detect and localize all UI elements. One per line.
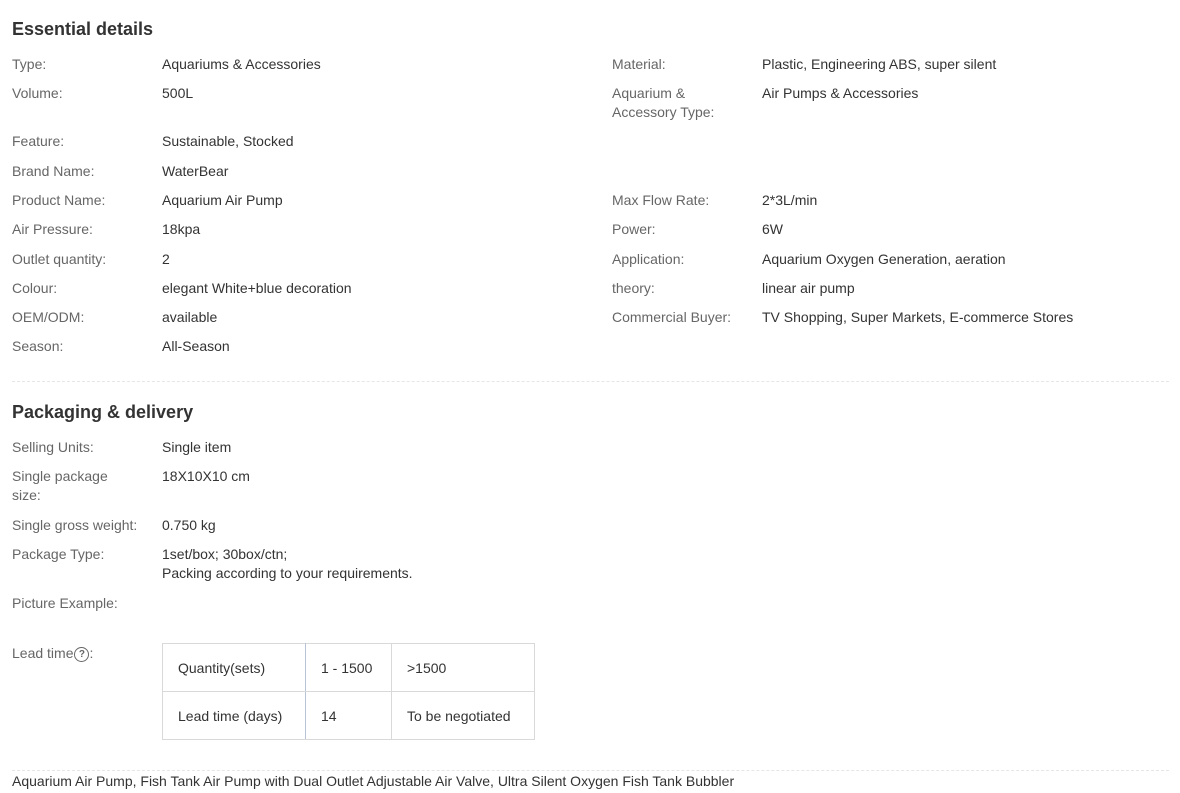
gross-weight-label: Single gross weight: (12, 517, 138, 533)
picture-example-label: Picture Example: (12, 595, 118, 611)
question-circle-icon[interactable]: ? (74, 647, 90, 662)
colour-value: elegant White+blue decoration (162, 280, 352, 296)
air-pressure-value: 18kpa (162, 221, 201, 237)
selling-units-label: Selling Units: (12, 439, 94, 455)
theory-value: linear air pump (762, 280, 855, 296)
table-cell: To be negotiated (391, 691, 535, 740)
product-description-title: Aquarium Air Pump, Fish Tank Air Pump wi… (12, 773, 735, 789)
application-label: Application: (612, 251, 685, 267)
outlet-quantity-label: Outlet quantity: (12, 251, 107, 267)
essential-details-heading: Essential details (12, 19, 154, 39)
season-label: Season: (12, 338, 64, 354)
package-size-value: 18X10X10 cm (162, 468, 250, 484)
brand-name-value: WaterBear (162, 163, 229, 179)
colour-label: Colour: (12, 280, 58, 296)
table-cell: Lead time (days) (162, 691, 306, 740)
selling-units-value: Single item (162, 439, 232, 455)
package-size-label-line2: size: (12, 487, 41, 503)
season-value: All-Season (162, 338, 230, 354)
table-row: Lead time (days) 14 To be negotiated (162, 691, 535, 740)
package-type-value-line1: 1set/box; 30box/ctn; (162, 546, 288, 562)
product-name-label: Product Name: (12, 192, 106, 208)
feature-value: Sustainable, Stocked (162, 133, 294, 149)
oem-odm-value: available (162, 309, 218, 325)
volume-label: Volume: (12, 85, 63, 101)
table-cell: 14 (305, 691, 392, 740)
theory-label: theory: (612, 280, 655, 296)
max-flow-rate-label: Max Flow Rate: (612, 192, 710, 208)
application-value: Aquarium Oxygen Generation, aeration (762, 251, 1006, 267)
footer-divider (12, 770, 1169, 771)
commercial-buyer-label: Commercial Buyer: (612, 309, 732, 325)
oem-odm-label: OEM/ODM: (12, 309, 85, 325)
brand-name-label: Brand Name: (12, 163, 95, 179)
lead-time-label-wrap: Lead time?: (12, 645, 94, 662)
table-cell: >1500 (391, 643, 535, 692)
air-pressure-label: Air Pressure: (12, 221, 93, 237)
accessory-type-label-line2: Accessory Type: (612, 104, 715, 120)
product-name-value: Aquarium Air Pump (162, 192, 283, 208)
max-flow-rate-value: 2*3L/min (762, 192, 818, 208)
lead-time-label: Lead time (12, 645, 74, 661)
table-cell: Quantity(sets) (162, 643, 306, 692)
outlet-quantity-value: 2 (162, 251, 170, 267)
gross-weight-value: 0.750 kg (162, 517, 216, 533)
table-cell: 1 - 1500 (305, 643, 392, 692)
packaging-delivery-heading: Packaging & delivery (12, 402, 194, 422)
power-value: 6W (762, 221, 783, 237)
package-size-label-line1: Single package (12, 468, 108, 484)
type-value: Aquariums & Accessories (162, 56, 321, 72)
lead-time-table: Quantity(sets) 1 - 1500 >1500 Lead time … (162, 643, 535, 740)
section-divider (12, 381, 1169, 382)
accessory-type-label-line1: Aquarium & (612, 85, 686, 101)
volume-value: 500L (162, 85, 194, 101)
table-row: Quantity(sets) 1 - 1500 >1500 (162, 643, 535, 692)
package-type-value-line2: Packing according to your requirements. (162, 565, 413, 581)
material-value: Plastic, Engineering ABS, super silent (762, 56, 997, 72)
accessory-type-value: Air Pumps & Accessories (762, 85, 919, 101)
package-type-label: Package Type: (12, 546, 105, 562)
power-label: Power: (612, 221, 656, 237)
commercial-buyer-value: TV Shopping, Super Markets, E-commerce S… (762, 309, 1074, 325)
material-label: Material: (612, 56, 666, 72)
type-label: Type: (12, 56, 47, 72)
feature-label: Feature: (12, 133, 65, 149)
